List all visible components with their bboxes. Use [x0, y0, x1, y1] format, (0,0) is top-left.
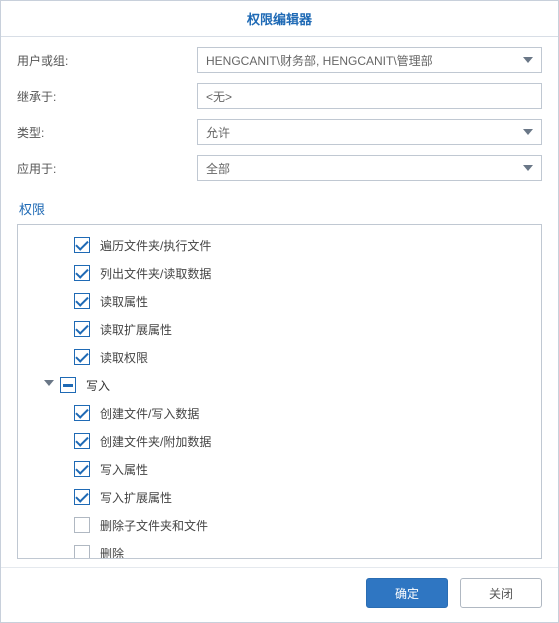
chevron-down-icon: [523, 129, 533, 135]
checkbox-checked[interactable]: [74, 489, 90, 505]
row-inherit: 继承于: <无>: [17, 83, 542, 109]
tree-item[interactable]: 读取属性: [18, 287, 541, 315]
dialog-title-text: 权限编辑器: [247, 12, 312, 27]
tree-item[interactable]: 读取权限: [18, 343, 541, 371]
chevron-down-icon: [523, 165, 533, 171]
tree-item-label: 创建文件夹/附加数据: [100, 433, 211, 450]
tree-item-label: 删除子文件夹和文件: [100, 517, 208, 534]
combo-inherit[interactable]: <无>: [197, 83, 542, 109]
combo-user-value: HENGCANIT\财务部, HENGCANIT\管理部: [206, 52, 433, 69]
tree-item[interactable]: 删除: [18, 539, 541, 559]
checkbox-checked[interactable]: [74, 349, 90, 365]
row-type: 类型: 允许: [17, 119, 542, 145]
checkbox-checked[interactable]: [74, 321, 90, 337]
tree-item[interactable]: 删除子文件夹和文件: [18, 511, 541, 539]
label-type: 类型:: [17, 124, 197, 141]
tree-item[interactable]: 遍历文件夹/执行文件: [18, 231, 541, 259]
tree-item-label: 写入扩展属性: [100, 489, 172, 506]
combo-inherit-value: <无>: [206, 88, 232, 105]
row-apply: 应用于: 全部: [17, 155, 542, 181]
chevron-down-icon: [523, 57, 533, 63]
tree-item-label: 删除: [100, 545, 124, 560]
checkbox-checked[interactable]: [74, 265, 90, 281]
form-area: 用户或组: HENGCANIT\财务部, HENGCANIT\管理部 继承于: …: [1, 37, 558, 195]
permission-editor-dialog: 权限编辑器 用户或组: HENGCANIT\财务部, HENGCANIT\管理部…: [0, 0, 559, 623]
close-button[interactable]: 关闭: [460, 578, 542, 608]
combo-type[interactable]: 允许: [197, 119, 542, 145]
combo-apply-value: 全部: [206, 160, 230, 177]
tree-item[interactable]: 读取扩展属性: [18, 315, 541, 343]
permissions-tree[interactable]: 遍历文件夹/执行文件列出文件夹/读取数据读取属性读取扩展属性读取权限写入创建文件…: [17, 224, 542, 559]
checkbox-checked[interactable]: [74, 237, 90, 253]
tree-item-label: 读取权限: [100, 349, 148, 366]
section-permissions-label: 权限: [1, 195, 558, 224]
dialog-title: 权限编辑器: [1, 1, 558, 37]
label-user: 用户或组:: [17, 52, 197, 69]
tree-item[interactable]: 创建文件夹/附加数据: [18, 427, 541, 455]
checkbox-checked[interactable]: [74, 461, 90, 477]
tree-item-label: 读取属性: [100, 293, 148, 310]
tree-item-label: 创建文件/写入数据: [100, 405, 199, 422]
tree-item-label: 读取扩展属性: [100, 321, 172, 338]
tree-item[interactable]: 写入属性: [18, 455, 541, 483]
button-bar: 确定 关闭: [1, 567, 558, 622]
ok-button[interactable]: 确定: [366, 578, 448, 608]
label-inherit: 继承于:: [17, 88, 197, 105]
checkbox-unchecked[interactable]: [74, 517, 90, 533]
tree-item-label: 写入属性: [100, 461, 148, 478]
combo-type-value: 允许: [206, 124, 230, 141]
tree-group-label: 写入: [86, 377, 110, 394]
combo-user[interactable]: HENGCANIT\财务部, HENGCANIT\管理部: [197, 47, 542, 73]
row-user: 用户或组: HENGCANIT\财务部, HENGCANIT\管理部: [17, 47, 542, 73]
checkbox-checked[interactable]: [74, 293, 90, 309]
checkbox-checked[interactable]: [74, 405, 90, 421]
tree-item-label: 遍历文件夹/执行文件: [100, 237, 211, 254]
collapse-icon[interactable]: [42, 378, 56, 392]
checkbox-unchecked[interactable]: [74, 545, 90, 559]
tree-group-write[interactable]: 写入: [18, 371, 541, 399]
tree-item[interactable]: 创建文件/写入数据: [18, 399, 541, 427]
checkbox-checked[interactable]: [74, 433, 90, 449]
tree-item-label: 列出文件夹/读取数据: [100, 265, 211, 282]
checkbox-mixed[interactable]: [60, 377, 76, 393]
combo-apply[interactable]: 全部: [197, 155, 542, 181]
label-apply: 应用于:: [17, 160, 197, 177]
tree-item[interactable]: 列出文件夹/读取数据: [18, 259, 541, 287]
tree-item[interactable]: 写入扩展属性: [18, 483, 541, 511]
